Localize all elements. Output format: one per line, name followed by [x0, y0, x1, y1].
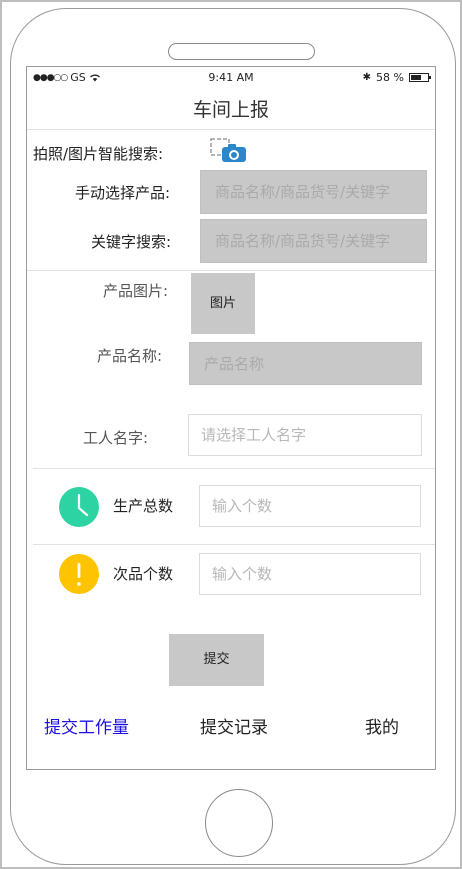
- product-name-field: 产品名称: [189, 342, 422, 385]
- manual-select-label: 手动选择产品:: [75, 184, 171, 202]
- phone-speaker: [168, 43, 315, 60]
- product-name-label: 产品名称:: [97, 347, 163, 365]
- camera-search-button[interactable]: [210, 138, 250, 164]
- photo-search-label: 拍照/图片智能搜索:: [33, 145, 164, 163]
- total-count-input[interactable]: 输入个数: [199, 485, 421, 527]
- home-button[interactable]: [205, 789, 273, 857]
- tab-mine[interactable]: 我的: [365, 713, 399, 738]
- battery-icon: [409, 73, 431, 82]
- submit-button[interactable]: 提交: [169, 634, 264, 686]
- clock-icon: [59, 487, 99, 527]
- warning-icon: [59, 554, 99, 594]
- phone-screen: ●●●○○ GS 9:41 AM ✱ 58 % 车间上报 拍照/图片智能搜索:: [26, 66, 436, 770]
- divider: [27, 129, 435, 130]
- battery-percent: 58 %: [376, 71, 404, 84]
- product-image-label: 产品图片:: [103, 282, 169, 300]
- camera-icon: [210, 138, 246, 162]
- defect-count-input[interactable]: 输入个数: [199, 553, 421, 595]
- status-bar: ●●●○○ GS 9:41 AM ✱ 58 %: [27, 67, 435, 87]
- divider: [33, 468, 435, 469]
- mockup-frame: ●●●○○ GS 9:41 AM ✱ 58 % 车间上报 拍照/图片智能搜索:: [0, 0, 462, 869]
- bluetooth-icon: ✱: [362, 72, 372, 83]
- divider: [27, 270, 435, 271]
- keyword-search-input[interactable]: 商品名称/商品货号/关键字: [200, 219, 427, 263]
- tab-submit-records[interactable]: 提交记录: [200, 713, 268, 738]
- worker-name-input[interactable]: 请选择工人名字: [188, 414, 422, 456]
- product-image-button[interactable]: 图片: [191, 273, 255, 334]
- keyword-search-label: 关键字搜索:: [91, 233, 172, 251]
- tab-submit-workload[interactable]: 提交工作量: [44, 713, 129, 738]
- page-title: 车间上报: [192, 99, 269, 121]
- worker-name-label: 工人名字:: [83, 429, 149, 447]
- manual-select-input[interactable]: 商品名称/商品货号/关键字: [200, 170, 427, 214]
- total-count-label: 生产总数: [113, 497, 174, 515]
- divider: [33, 544, 435, 545]
- defect-count-label: 次品个数: [113, 565, 174, 583]
